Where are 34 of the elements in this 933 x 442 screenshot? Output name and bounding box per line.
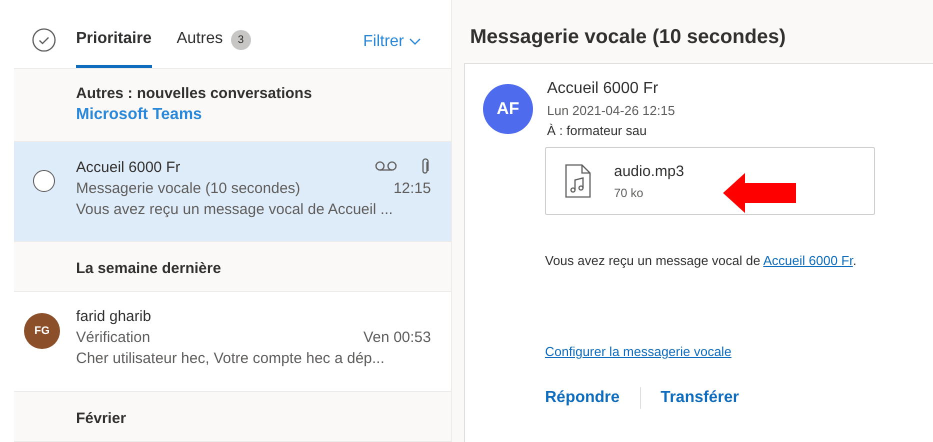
message-item[interactable]: Accueil 6000 Fr Messagerie vocale (10 secondes) 12:15 Vous avez reçu un message vocal de Accueil ...	[14, 142, 451, 242]
select-all-icon	[32, 28, 56, 52]
attachment-size: 70 ko	[614, 186, 644, 200]
notice-title: Autres : nouvelles conversations	[76, 85, 313, 102]
group-header: Février	[14, 392, 451, 442]
avatar: AF	[483, 84, 533, 134]
message-time: 12:15	[393, 180, 431, 198]
message-preview: Vous avez reçu un message vocal de Accueil ...	[76, 201, 394, 218]
message-subject: Vérification	[76, 329, 152, 346]
count-badge: 3	[230, 30, 251, 50]
attachment-name: audio.mp3	[614, 162, 684, 180]
action-button[interactable]: Répondre	[545, 389, 620, 407]
filter-button[interactable]: Filtrer	[363, 33, 421, 51]
message-subject: Messagerie vocale (10 secondes)	[76, 180, 302, 198]
avatar: FG	[24, 313, 60, 350]
sender-name: Accueil 6000 Fr	[547, 80, 660, 98]
recipient-line: À : formateur sau	[547, 123, 648, 138]
tab[interactable]: Autres 3	[176, 0, 251, 68]
message-sender: farid gharib	[76, 308, 152, 326]
message-sender: Accueil 6000 Fr	[76, 158, 182, 176]
action-button[interactable]: Transférer	[660, 389, 739, 407]
message-date: Lun 2021-04-26 12:15	[547, 103, 675, 118]
sender-link[interactable]: Accueil 6000 Fr	[763, 253, 853, 268]
setup-voicemail-link[interactable]: Configurer la messagerie vocale	[545, 344, 732, 359]
notice-link[interactable]: Microsoft Teams	[76, 106, 202, 124]
select-radio[interactable]	[33, 170, 55, 192]
message-title: Messagerie vocale (10 secondes)	[470, 26, 787, 49]
attachment-card[interactable]: audio.mp3 70 ko	[545, 147, 875, 215]
chevron-down-icon	[409, 38, 421, 46]
message-preview: Cher utilisateur hec, Votre compte hec a dép...	[76, 350, 386, 368]
message-body: Vous avez reçu un message vocal de Accueil 6000 Fr.	[545, 253, 858, 268]
group-header: La semaine dernière	[14, 242, 451, 292]
message-time: Ven 00:53	[363, 329, 431, 346]
audio-file-icon	[564, 164, 592, 198]
